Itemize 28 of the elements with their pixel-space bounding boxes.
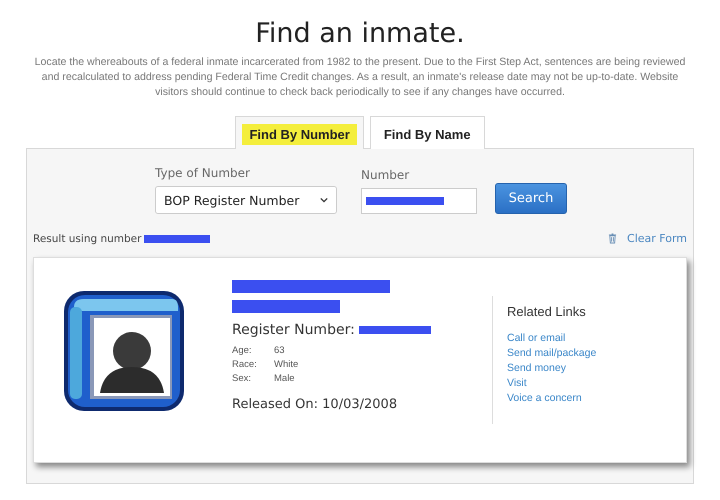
related-link[interactable]: Send mail/package	[507, 347, 596, 359]
detail-label: Sex:	[232, 373, 252, 384]
detail-value: Male	[274, 373, 296, 384]
related-links-heading: Related Links	[507, 304, 587, 319]
detail-value: White	[274, 359, 300, 370]
detail-label: Race:	[232, 359, 258, 370]
related-link[interactable]: Call or email	[507, 332, 596, 344]
related-link[interactable]: Send money	[507, 362, 596, 374]
redaction-mark	[144, 234, 210, 242]
detail-value: 63	[274, 345, 286, 356]
register-label: Register Number:	[232, 322, 355, 338]
result-label: Result using number	[33, 232, 142, 244]
related-link[interactable]: Voice a concern	[507, 392, 596, 404]
detail-label: Age:	[232, 345, 253, 356]
tab[interactable]: Find By Number	[235, 116, 364, 149]
release-date: Released On: 10/03/2008	[232, 397, 398, 412]
caret-icon[interactable]	[320, 197, 328, 203]
page-title: Find an inmate.	[255, 18, 465, 49]
tab[interactable]: Find By Name	[370, 116, 485, 149]
trash-icon[interactable]	[608, 233, 618, 244]
number-field[interactable]	[361, 188, 477, 214]
field-label: Type of Number	[155, 166, 251, 180]
clear-form-link[interactable]: Clear Form	[627, 232, 687, 245]
number-type-dropdown[interactable]: BOP Register Number	[155, 186, 337, 214]
related-link[interactable]: Visit	[507, 377, 596, 389]
intro-paragraph: Locate the whereabouts of a federal inmate incarcerated from 1982 to the present. Due to the First Step Act, sentences are being reviewed and recalculated to address pending Federal Time Credit changes. As a result, an inmate's release date may not be up-to-date. Website visitors should continue to check back periodically to see if any changes have occurred.	[34, 55, 686, 100]
search-button[interactable]: Search	[495, 183, 567, 214]
field-label: Number	[361, 168, 410, 182]
